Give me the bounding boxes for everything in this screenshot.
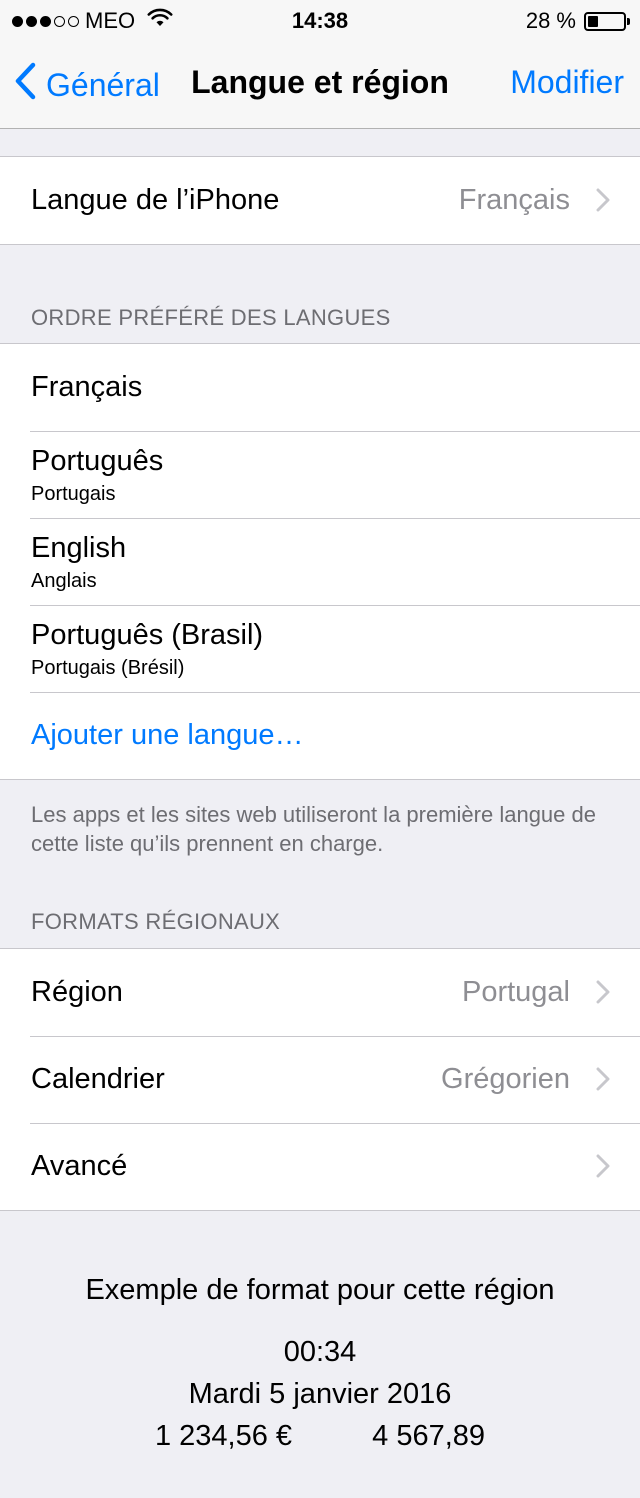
language-row-english[interactable]: English Anglais — [0, 518, 640, 605]
language-row-portugues-brasil[interactable]: Português (Brasil) Portugais (Brésil) — [0, 605, 640, 692]
iphone-language-value: Français — [458, 184, 570, 216]
format-example-date: Mardi 5 janvier 2016 — [188, 1378, 452, 1410]
language-subtitle: Anglais — [31, 570, 97, 592]
language-name: Português — [31, 445, 164, 477]
add-language-row[interactable]: Ajouter une langue… — [0, 692, 640, 779]
regional-formats-header: FORMATS RÉGIONAUX — [31, 909, 281, 934]
chevron-right-icon — [596, 1154, 610, 1183]
language-row-portugues[interactable]: Português Portugais — [0, 431, 640, 518]
format-example-numbers: 1 234,56 € 4 567,89 — [0, 1420, 640, 1453]
format-example-time: 00:34 — [283, 1336, 357, 1368]
navigation-bar: Général Langue et région Modifier — [0, 40, 640, 129]
chevron-right-icon — [596, 1067, 610, 1096]
battery-level — [588, 15, 598, 27]
preferred-languages-header: ORDRE PRÉFÉRÉ DES LANGUES — [31, 305, 391, 330]
language-row-francais[interactable]: Français — [0, 344, 640, 431]
calendar-label: Calendrier — [31, 1063, 165, 1095]
iphone-language-row[interactable]: Langue de l’iPhone Français — [0, 157, 640, 244]
status-bar: MEO 14:38 28 % — [0, 0, 640, 40]
regional-formats-group: Région Portugal Calendrier Grégorien Ava… — [0, 948, 640, 1211]
format-example-currency: 1 234,56 € — [154, 1420, 293, 1452]
chevron-right-icon — [596, 188, 610, 217]
advanced-label: Avancé — [31, 1150, 128, 1182]
region-label: Région — [31, 976, 123, 1008]
status-right: 28 % — [525, 8, 630, 34]
region-row[interactable]: Région Portugal — [0, 949, 640, 1036]
language-name: English — [31, 532, 127, 564]
iphone-language-label: Langue de l’iPhone — [31, 184, 280, 216]
language-name: Français — [31, 371, 143, 403]
battery-icon — [584, 11, 630, 31]
advanced-row[interactable]: Avancé — [0, 1123, 640, 1210]
calendar-value: Grégorien — [441, 1063, 570, 1095]
preferred-languages-footer: Les apps et les sites web utiliseront la… — [31, 802, 596, 856]
language-subtitle: Portugais (Brésil) — [31, 657, 185, 679]
format-example-number: 4 567,89 — [372, 1420, 486, 1452]
language-subtitle: Portugais — [31, 483, 116, 505]
battery-percent: 28 % — [525, 8, 576, 33]
format-example-title: Exemple de format pour cette région — [85, 1274, 555, 1306]
language-name: Português (Brasil) — [31, 619, 264, 651]
preferred-languages-group: Français Português Portugais English Ang… — [0, 343, 640, 780]
chevron-right-icon — [596, 980, 610, 1009]
iphone-language-group: Langue de l’iPhone Français — [0, 156, 640, 245]
edit-button[interactable]: Modifier — [510, 64, 624, 101]
calendar-row[interactable]: Calendrier Grégorien — [0, 1036, 640, 1123]
region-value: Portugal — [461, 976, 570, 1008]
add-language-link[interactable]: Ajouter une langue… — [31, 719, 303, 752]
